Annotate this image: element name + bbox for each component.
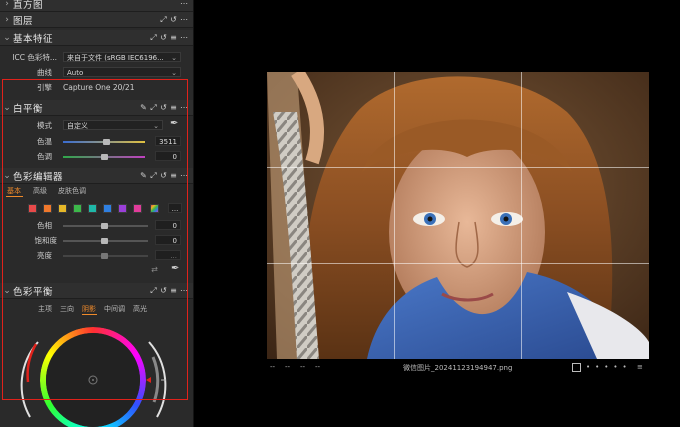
expand-arrows-icon[interactable]: ⤢ [150, 33, 157, 42]
section-title-layers: 图层 [13, 15, 34, 27]
icc-profile-row: ICC 色彩特... 来自于文件 (sRGB IEC6196... ⌄ [0, 51, 193, 64]
photo-preview[interactable] [267, 72, 649, 359]
more-icon[interactable]: ⋯ [180, 33, 188, 42]
status-dots-3: -- [300, 363, 306, 371]
reset-icon[interactable]: ↺ [160, 33, 167, 42]
chevron-right-icon[interactable]: › [1, 15, 13, 25]
chevron-down-icon[interactable]: ⌄ [1, 33, 13, 43]
status-dots-1: -- [270, 363, 276, 371]
grid-line-vertical-2 [521, 72, 522, 359]
icc-profile-dropdown[interactable]: 来自于文件 (sRGB IEC6196... ⌄ [63, 52, 181, 62]
portrait-image [267, 72, 649, 359]
curve-label: 曲线 [37, 68, 52, 77]
curve-value: Auto [67, 69, 84, 77]
status-dots-2: -- [285, 363, 291, 371]
chevron-right-icon[interactable]: › [1, 0, 13, 9]
section-header-basic[interactable]: ⌄ 基本特征 ⤢ ↺ ≡ ⋯ [0, 30, 193, 46]
icc-profile-label: ICC 色彩特... [12, 53, 57, 62]
expand-arrows-icon[interactable]: ⤢ [160, 15, 167, 24]
rating-dots-icon[interactable]: ••••• [586, 363, 632, 371]
image-filename: 微信图片_20241123194947.png [403, 364, 513, 372]
status-dots-4: -- [315, 363, 321, 371]
curve-dropdown[interactable]: Auto ⌄ [63, 67, 181, 77]
menu-icon[interactable]: ≡ [637, 363, 643, 371]
curve-row: 曲线 Auto ⌄ [0, 66, 193, 79]
highlight-frame [2, 79, 188, 400]
grid-line-horizontal-2 [267, 263, 649, 264]
section-header-layers[interactable]: › 图层 ⤢ ↺ ⋯ [0, 12, 193, 28]
section-title-histogram: 直方图 [13, 0, 44, 11]
menu-icon[interactable]: ≡ [170, 33, 177, 42]
section-title-basic: 基本特征 [13, 33, 54, 45]
viewer-status-bar: -- -- -- -- 微信图片_20241123194947.png ••••… [267, 363, 649, 373]
grid-line-vertical-1 [394, 72, 395, 359]
chevron-down-icon: ⌄ [171, 54, 177, 62]
select-box-icon[interactable] [572, 363, 581, 372]
tool-panel: › 直方图 ⋯ › 图层 ⤢ ↺ ⋯ ⌄ 基本特征 ⤢ ↺ ≡ ⋯ ICC 色彩… [0, 0, 194, 427]
more-icon[interactable]: ⋯ [180, 15, 188, 24]
grid-line-horizontal-1 [267, 167, 649, 168]
icc-profile-value: 来自于文件 (sRGB IEC6196... [67, 54, 164, 62]
section-header-histogram[interactable]: › 直方图 ⋯ [0, 0, 193, 12]
more-icon[interactable]: ⋯ [180, 0, 188, 8]
chevron-down-icon: ⌄ [171, 69, 177, 77]
reset-icon[interactable]: ↺ [170, 15, 177, 24]
